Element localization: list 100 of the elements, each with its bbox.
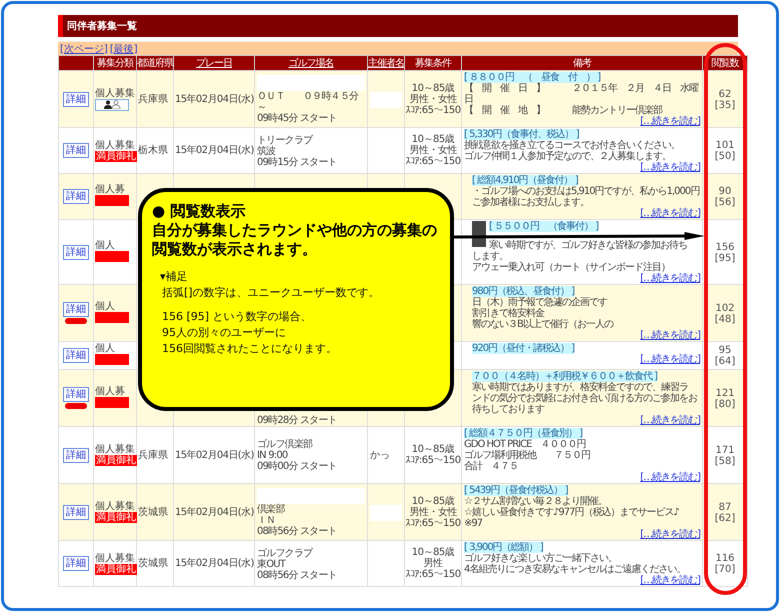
unique-count: [48] xyxy=(714,314,736,324)
condition-text: ｽｺｱ:65～150 xyxy=(405,518,461,528)
prefecture-text: 茨城県 xyxy=(138,558,168,569)
full-badge-icon xyxy=(95,396,129,408)
course-text: 09時00分 スタート xyxy=(257,461,338,472)
condition-text: 男性・女性 xyxy=(408,506,458,518)
note-text: アウェー乗入れ可（カート（サインボード注目） xyxy=(472,262,671,273)
view-count: 156 xyxy=(714,242,736,252)
note-text: 日（木）雨予報で急遽の企画です xyxy=(472,297,608,308)
column-header: 募集条件 xyxy=(415,58,451,69)
read-more-link[interactable]: […続きを読む] xyxy=(640,472,700,483)
play-date: 15年02月04日(水) xyxy=(175,94,254,104)
unique-count: [58] xyxy=(714,456,736,466)
callout-lead: 自分が募集したラウンドや他の方の募集の閲覧数が表示されます。 xyxy=(152,220,438,258)
price-text: 980円（税込、昼食付） ] xyxy=(472,286,574,297)
condition-text: 10～85歳 xyxy=(410,496,454,506)
condition-text: ｽｺｱ:65～150 xyxy=(405,455,461,466)
note-text: します。 xyxy=(472,251,508,262)
detail-button[interactable]: 詳細 xyxy=(63,143,89,158)
view-count: 171 xyxy=(714,444,736,456)
full-badge: 満員御礼 xyxy=(95,150,137,162)
category-text: 個人募 xyxy=(95,386,126,396)
read-more-link[interactable]: […続きを読む] xyxy=(640,273,700,284)
condition-text: ｽｺｱ:65～150 xyxy=(405,156,461,167)
read-more-link[interactable]: […続きを読む] xyxy=(640,529,700,540)
condition-text: 10～85歳 xyxy=(410,547,456,558)
full-badge-icon xyxy=(95,195,129,206)
condition-text: ｽｺｱ:65～150 xyxy=(405,104,461,116)
course-text: 筑波 xyxy=(257,146,276,156)
category-text: 個人募集 xyxy=(95,140,135,150)
callout-heading: ● 閲覧数表示 xyxy=(152,202,246,220)
course-text: ＩＮ xyxy=(257,515,276,526)
prefecture-text: 兵庫県 xyxy=(138,450,168,460)
price-text: [ 3,900円（総額） ] xyxy=(464,542,543,553)
read-more-link[interactable]: […続きを読む] xyxy=(640,116,700,127)
price-text: 920円（昼付・諸税込） ] xyxy=(472,343,574,354)
read-more-link[interactable]: […続きを読む] xyxy=(640,162,700,173)
detail-button[interactable]: 詳細 xyxy=(63,189,89,204)
detail-button[interactable]: 詳細 xyxy=(63,302,89,317)
detail-button[interactable]: 詳細 xyxy=(63,244,89,260)
view-count: 87 xyxy=(718,502,732,512)
read-more-link[interactable]: […続きを読む] xyxy=(640,330,700,341)
note-text: ☆２サム割増ない毎２８より開催。 xyxy=(464,496,607,507)
price-text: [ 5439円（昼食付税込） ] xyxy=(464,485,568,496)
category-text: 個人募集 xyxy=(95,501,135,512)
note-text: 寒い時期ですが、ゴルフ好きな皆様の参加お待ち xyxy=(489,240,687,251)
view-count: 95 xyxy=(718,345,732,356)
unique-count: [80] xyxy=(714,398,736,410)
detail-button[interactable]: 詳細 xyxy=(63,387,89,402)
note-text: ゴルフ好きな楽しい方ご一緒下さい。 xyxy=(464,553,618,564)
note-text: ・ゴルフ場へのお支払は5,910円ですが、私から1,000円 xyxy=(472,186,700,197)
course-text: 倶楽部 xyxy=(257,504,286,515)
condition-text: 男性 xyxy=(422,558,444,569)
detail-button[interactable]: 詳細 xyxy=(63,556,89,571)
view-count: 116 xyxy=(714,553,736,564)
note-text: ゴルフ仲間１人参加予定なので、２人募集します。 xyxy=(464,151,672,162)
course-text: 東OUT xyxy=(257,558,287,570)
prefecture-text: 兵庫県 xyxy=(138,94,168,104)
detail-button[interactable]: 詳細 xyxy=(63,348,89,363)
host-name: かっ xyxy=(370,450,391,461)
view-count: 62 xyxy=(718,88,732,100)
pager-link[interactable]: [最後] xyxy=(110,42,138,56)
course-text: トリークラブ xyxy=(257,134,314,146)
course-text: 08時56分 スタート xyxy=(257,570,338,580)
full-badge: 満員御礼 xyxy=(95,455,137,466)
note-text: ゴルフ場利用税他 ７５０円 xyxy=(464,450,591,461)
read-more-link[interactable]: […続きを読む] xyxy=(640,415,700,426)
detail-button[interactable]: 詳細 xyxy=(63,448,89,462)
condition-text: 男性・女性 xyxy=(408,94,458,104)
course-text: 09時45分 スタート xyxy=(257,113,338,124)
pager-link[interactable]: [次ページ] xyxy=(60,42,108,56)
detail-button[interactable]: 詳細 xyxy=(63,504,89,520)
condition-text: 10～85歳 xyxy=(410,134,454,145)
course-text: ＯＵＴ ０９時４５分～ xyxy=(257,91,360,113)
column-header: 閲覧数 xyxy=(712,58,738,69)
play-date: 15年02月04日(水) xyxy=(175,558,254,569)
note-text: GDO HOT PRICE ４０００円 xyxy=(464,439,586,450)
full-badge-icon xyxy=(95,354,129,365)
view-count: 90 xyxy=(718,186,732,197)
note-text: 合計 ４７５ xyxy=(464,461,519,472)
column-header: 都道府県 xyxy=(137,58,173,69)
course-text: ゴルフ倶楽部 xyxy=(257,439,314,450)
condition-text: 10～85歳 xyxy=(410,82,454,94)
read-more-link[interactable]: […続きを読む] xyxy=(640,575,700,586)
note-text: 待ちしております xyxy=(472,404,546,415)
note-text: 【 開 催 日 】 ２０１５年 ２月 ４日 水曜日 xyxy=(464,83,700,105)
full-badge: 満員御礼 xyxy=(95,512,137,523)
read-more-link[interactable]: […続きを読む] xyxy=(640,208,700,219)
read-more-link[interactable]: […続きを読む] xyxy=(640,354,700,365)
note-text: 4名組売りにつき安易なキャンセルはご遠慮ください。 xyxy=(464,564,686,575)
category-text: 個人募集 xyxy=(95,444,135,455)
note-text: 括弧[]の数字は、ユニークユーザー数です。 xyxy=(162,284,381,300)
price-text: [ 5,330円（食事付、税込） ] xyxy=(464,129,579,140)
course-text: IN 9:00 xyxy=(257,450,288,461)
detail-button[interactable]: 詳細 xyxy=(63,92,89,106)
unique-count: [56] xyxy=(714,197,736,208)
unique-count: [64] xyxy=(714,356,736,367)
prefecture-text: 茨城県 xyxy=(138,506,168,518)
note-text: 割引きで格安料金 xyxy=(472,308,546,319)
unique-count: [35] xyxy=(714,100,736,110)
